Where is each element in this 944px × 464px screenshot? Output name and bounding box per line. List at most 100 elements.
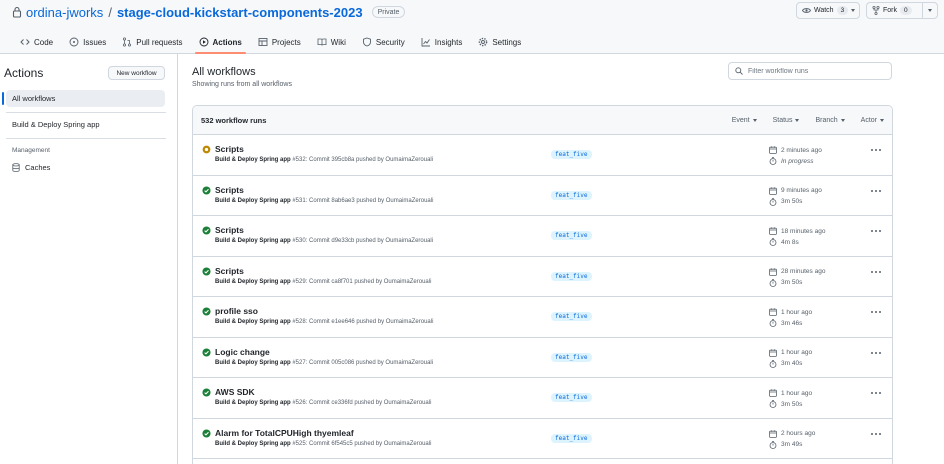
tab-settings[interactable]: Settings <box>470 30 529 54</box>
run-title-link[interactable]: Logic change <box>215 347 270 357</box>
tab-security[interactable]: Security <box>354 30 413 54</box>
sidebar-divider <box>6 138 166 139</box>
sidebar-item-all-workflows[interactable]: All workflows <box>2 90 165 107</box>
run-timing: 1 hour ago 3m 40s <box>769 348 812 370</box>
workflow-run-row[interactable]: AWS SDK Build & Deploy Spring app #526: … <box>193 378 892 419</box>
run-title-link[interactable]: AWS SDK <box>215 387 255 397</box>
check-circle-icon <box>202 185 211 195</box>
table-icon <box>258 38 268 46</box>
run-meta: Build & Deploy Spring app #529: Commit c… <box>215 279 431 285</box>
stopwatch-icon <box>769 197 777 206</box>
kebab-menu-icon[interactable] <box>871 392 881 394</box>
run-title-link[interactable]: Alarm for TotalCPUHigh thyemleaf <box>215 428 354 438</box>
kebab-menu-icon[interactable] <box>871 311 881 313</box>
stopwatch-icon <box>769 157 777 165</box>
fork-dropdown[interactable] <box>922 3 937 18</box>
run-filters: Event Status Branch Actor <box>724 106 892 135</box>
branch-badge[interactable]: feat_five <box>551 393 592 402</box>
kebab-menu-icon[interactable] <box>871 230 881 232</box>
branch-badge[interactable]: feat_five <box>551 433 592 443</box>
run-duration-text: 3m 50s <box>781 198 803 205</box>
tab-pull-requests[interactable]: Pull requests <box>114 30 190 54</box>
filter-label: Actor <box>860 117 877 124</box>
sidebar-item-workflow[interactable]: Build & Deploy Spring app <box>6 116 165 133</box>
filter-label: Event <box>731 117 750 124</box>
tab-projects[interactable]: Projects <box>250 30 309 54</box>
stopwatch-icon <box>769 238 777 246</box>
run-title-link[interactable]: Scripts <box>215 266 244 276</box>
stopwatch-icon <box>769 359 777 368</box>
tab-label: Issues <box>83 37 107 47</box>
filter-status[interactable]: Status <box>765 117 808 124</box>
filter-input[interactable] <box>748 67 888 75</box>
branch-badge[interactable]: feat_five <box>551 271 592 281</box>
fork-button[interactable]: Fork 0 <box>866 2 938 19</box>
repo-name-link[interactable]: stage-cloud-kickstart-components-2023 <box>117 5 363 20</box>
run-timing: 18 minutes ago 4m 8s <box>769 226 825 248</box>
tab-label: Pull requests <box>136 37 183 47</box>
fork-label: Fork <box>883 7 897 14</box>
runs-rows: Scripts Build & Deploy Spring app #532: … <box>193 135 892 459</box>
branch-badge[interactable]: feat_five <box>551 312 592 321</box>
run-duration: In progress <box>769 156 822 166</box>
calendar-icon <box>769 389 777 397</box>
run-duration-text: 3m 46s <box>781 319 803 327</box>
run-title-link[interactable]: profile sso <box>215 306 258 316</box>
workflow-run-row[interactable]: Scripts Build & Deploy Spring app #531: … <box>193 176 892 216</box>
run-workflow-name: Build & Deploy Spring app <box>215 278 291 285</box>
tab-actions[interactable]: Actions <box>191 30 250 54</box>
branch-badge[interactable]: feat_five <box>551 231 592 240</box>
branch-badge[interactable]: feat_five <box>551 352 592 362</box>
run-title-link[interactable]: Scripts <box>215 144 244 154</box>
workflow-run-row[interactable]: Alarm for TotalCPUHigh thyemleaf Build &… <box>193 419 892 459</box>
repo-owner-link[interactable]: ordina-jworks <box>26 5 103 20</box>
filter-event[interactable]: Event <box>724 117 765 124</box>
chevron-down-icon <box>880 119 884 122</box>
run-time: 1 hour ago <box>769 388 812 398</box>
filter-actor[interactable]: Actor <box>853 117 892 124</box>
branch-badge[interactable]: feat_five <box>551 190 592 200</box>
run-time-text: 28 minutes ago <box>781 268 826 275</box>
run-timing: 9 minutes ago 3m 50s <box>769 186 822 208</box>
kebab-menu-icon[interactable] <box>871 432 881 435</box>
watch-button[interactable]: Watch 3 <box>796 2 860 19</box>
watch-label: Watch <box>814 7 834 14</box>
chevron-down-icon <box>928 9 932 12</box>
shield-icon <box>362 37 371 47</box>
sidebar-item-caches[interactable]: Caches <box>12 163 50 172</box>
new-workflow-button[interactable]: New workflow <box>108 66 165 80</box>
run-duration-text: 3m 50s <box>781 279 803 286</box>
kebab-menu-icon[interactable] <box>871 149 881 151</box>
run-duration: 3m 40s <box>769 359 812 369</box>
run-title-link[interactable]: Scripts <box>215 185 244 195</box>
tab-code[interactable]: Code <box>12 30 61 54</box>
workflow-run-row[interactable]: Scripts Build & Deploy Spring app #532: … <box>193 135 892 176</box>
page-title: All workflows <box>192 66 256 78</box>
sidebar-heading-management: Management <box>12 147 50 154</box>
filter-branch[interactable]: Branch <box>807 117 852 124</box>
fork-icon <box>872 6 880 15</box>
kebab-menu-icon[interactable] <box>871 351 881 354</box>
workflow-run-row[interactable]: profile sso Build & Deploy Spring app #5… <box>193 297 892 338</box>
kebab-menu-icon[interactable] <box>871 270 881 273</box>
breadcrumb-separator: / <box>108 4 112 20</box>
run-duration: 3m 50s <box>769 278 825 288</box>
run-meta: Build & Deploy Spring app #530: Commit d… <box>215 238 433 244</box>
workflow-run-row[interactable]: Scripts Build & Deploy Spring app #529: … <box>193 257 892 297</box>
run-duration-text: 3m 50s <box>781 400 803 408</box>
filter-box[interactable] <box>728 62 892 80</box>
run-count: 532 workflow runs <box>201 116 267 125</box>
run-time: 2 minutes ago <box>769 145 822 155</box>
run-workflow-name: Build & Deploy Spring app <box>215 197 291 204</box>
run-title-link[interactable]: Scripts <box>215 225 244 235</box>
branch-badge[interactable]: feat_five <box>551 150 592 159</box>
workflow-run-row[interactable]: Scripts Build & Deploy Spring app #530: … <box>193 216 892 257</box>
tab-wiki[interactable]: Wiki <box>309 30 354 54</box>
check-circle-icon <box>202 388 211 397</box>
tab-issues[interactable]: Issues <box>61 30 114 54</box>
tab-insights[interactable]: Insights <box>413 30 471 54</box>
kebab-menu-icon[interactable] <box>871 189 881 192</box>
graph-icon <box>421 38 430 47</box>
run-meta: Build & Deploy Spring app #527: Commit 0… <box>215 360 433 366</box>
workflow-run-row[interactable]: Logic change Build & Deploy Spring app #… <box>193 338 892 378</box>
